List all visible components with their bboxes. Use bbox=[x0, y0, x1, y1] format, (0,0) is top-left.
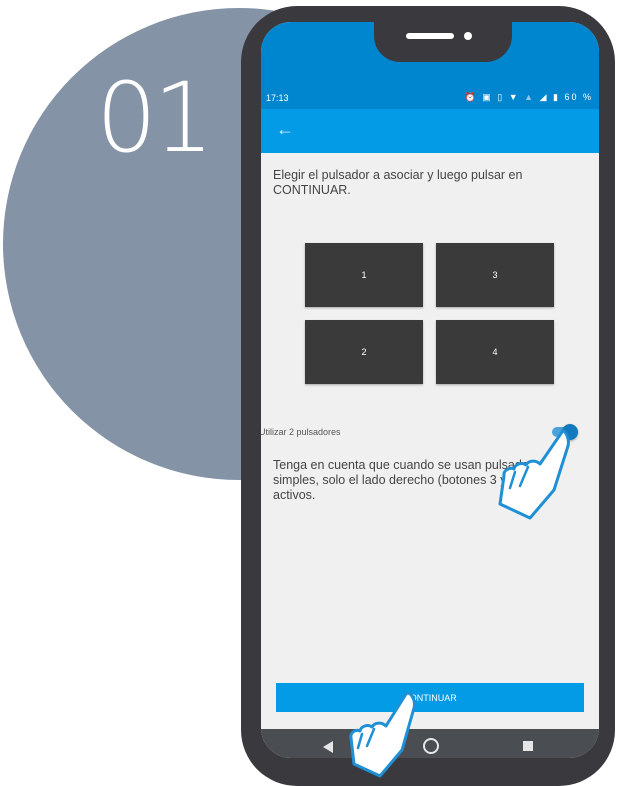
nav-recent-icon[interactable] bbox=[523, 741, 533, 751]
pad-button-4[interactable]: 4 bbox=[436, 320, 554, 384]
app-bar bbox=[261, 109, 599, 153]
wifi-icon: ▼ bbox=[508, 92, 520, 102]
pad-button-2[interactable]: 2 bbox=[305, 320, 423, 384]
pad-button-1[interactable]: 1 bbox=[305, 243, 423, 307]
tap-hand-icon bbox=[498, 429, 570, 520]
nfc-icon: ▣ bbox=[482, 92, 493, 102]
alarm-icon: ⏰ bbox=[464, 92, 478, 102]
4g-icon: ▲ bbox=[524, 92, 536, 102]
toggle-label: Utilizar 2 pulsadores bbox=[261, 427, 341, 437]
nav-back-icon[interactable] bbox=[323, 741, 333, 753]
instruction-text: Elegir el pulsador a asociar y luego pul… bbox=[273, 168, 523, 197]
signal-icon: ◢ bbox=[539, 92, 549, 102]
battery-icon: ▮ bbox=[553, 92, 560, 102]
status-icons: ⏰ ▣ ▯ ▼ ▲ ◢ ▮ 60 % bbox=[464, 92, 593, 103]
status-time: 17:13 bbox=[266, 93, 289, 103]
speaker-icon bbox=[406, 33, 454, 39]
phone-screen: 17:13 ⏰ ▣ ▯ ▼ ▲ ◢ ▮ 60 % ← Elegir el pul… bbox=[261, 22, 599, 758]
vibrate-icon: ▯ bbox=[497, 92, 505, 102]
camera-icon bbox=[464, 32, 472, 40]
battery-percent: 60 % bbox=[564, 92, 593, 102]
back-arrow-icon[interactable]: ← bbox=[276, 120, 294, 138]
tap-hand-icon bbox=[349, 691, 416, 778]
step-number: 01 bbox=[96, 62, 214, 174]
pad-button-3[interactable]: 3 bbox=[436, 243, 554, 307]
